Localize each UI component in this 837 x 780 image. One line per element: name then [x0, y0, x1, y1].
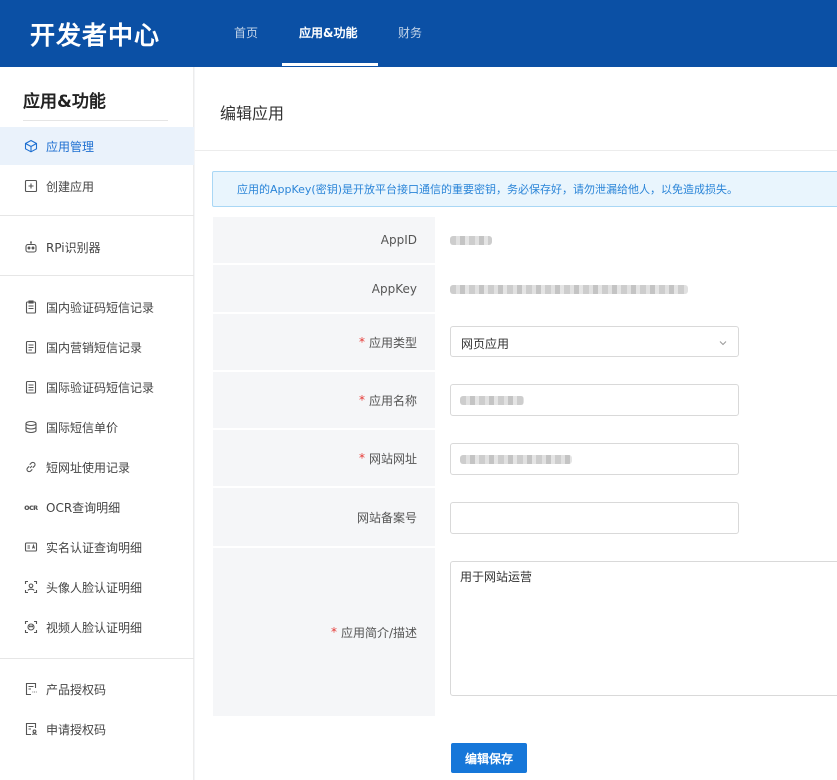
- app-name-value-redacted: [460, 396, 524, 405]
- robot-icon: [24, 240, 38, 254]
- page-title: 编辑应用: [220, 104, 285, 123]
- icp-record-label: 网站备案号: [213, 488, 435, 546]
- clipboard-icon: [24, 300, 38, 314]
- sidebar: 应用&功能 应用管理 创建应用 RPi识别器 国内验证码短信记录 国内营销短信记…: [0, 67, 194, 780]
- appid-value-redacted: [450, 236, 492, 245]
- sidebar-item-label: 国内营销短信记录: [46, 340, 143, 355]
- main-panel: 编辑应用 应用的AppKey(密钥)是开放平台接口通信的重要密钥，务必保存好，请…: [195, 67, 837, 780]
- nav-apps-features[interactable]: 应用&功能: [299, 24, 357, 41]
- chevron-down-icon: [718, 337, 728, 347]
- list-doc-icon: [24, 380, 38, 394]
- divider: [0, 215, 194, 216]
- icp-record-input[interactable]: [450, 502, 739, 534]
- sidebar-item-label: 实名认证查询明细: [46, 540, 143, 555]
- brand-logo-text[interactable]: 开发者中心: [30, 16, 160, 52]
- id-card-icon: [24, 540, 38, 554]
- notice-text: 应用的AppKey(密钥)是开放平台接口通信的重要密钥，务必保存好，请勿泄漏给他…: [237, 183, 739, 196]
- sidebar-item-intl-sms-price[interactable]: 国际短信单价: [0, 408, 194, 446]
- website-url-input[interactable]: [450, 443, 739, 475]
- app-name-input[interactable]: [450, 384, 739, 416]
- website-url-label: * 网站网址: [213, 430, 435, 486]
- face-scan-icon: [24, 580, 38, 594]
- sidebar-item-label: OCR查询明细: [46, 500, 121, 515]
- sidebar-item-short-url-usage[interactable]: 短网址使用记录: [0, 448, 194, 486]
- sidebar-item-app-management[interactable]: 应用管理: [0, 127, 194, 165]
- sidebar-item-label: 创建应用: [46, 179, 95, 194]
- appkey-value-redacted: [450, 285, 688, 294]
- video-face-icon: [24, 620, 38, 634]
- ocr-icon: ocʀ: [24, 502, 38, 512]
- save-button[interactable]: 编辑保存: [451, 743, 527, 773]
- divider: [195, 150, 837, 151]
- sidebar-item-apply-license[interactable]: 申请授权码: [0, 710, 194, 748]
- sidebar-item-avatar-face-auth[interactable]: 头像人脸认证明细: [0, 568, 194, 606]
- sidebar-item-create-app[interactable]: 创建应用: [0, 167, 194, 205]
- sidebar-item-label: 头像人脸认证明细: [46, 580, 143, 595]
- sidebar-item-realname-query[interactable]: 实名认证查询明细: [0, 528, 194, 566]
- sidebar-item-label: 国际短信单价: [46, 420, 119, 435]
- app-type-label: * 应用类型: [213, 314, 435, 370]
- divider: [23, 120, 168, 121]
- app-name-label: * 应用名称: [213, 372, 435, 428]
- appid-label: AppID: [213, 217, 435, 263]
- sidebar-item-label: 申请授权码: [46, 722, 107, 737]
- add-square-icon: [24, 179, 38, 193]
- link-icon: [24, 460, 38, 474]
- nav-active-indicator: [282, 63, 378, 66]
- sidebar-item-domestic-marketing-sms[interactable]: 国内营销短信记录: [0, 328, 194, 366]
- sidebar-item-domestic-verification-sms[interactable]: 国内验证码短信记录: [0, 288, 194, 326]
- nav-home[interactable]: 首页: [234, 24, 258, 41]
- cube-icon: [24, 139, 38, 153]
- sidebar-item-intl-verification-sms[interactable]: 国际验证码短信记录: [0, 368, 194, 406]
- license-icon: [24, 682, 38, 696]
- sidebar-item-product-license[interactable]: 产品授权码: [0, 670, 194, 708]
- divider: [0, 658, 194, 659]
- app-type-select[interactable]: 网页应用: [450, 326, 739, 357]
- app-type-selected-value: 网页应用: [461, 337, 510, 351]
- sidebar-item-label: 应用管理: [46, 139, 95, 154]
- divider: [0, 275, 194, 276]
- sidebar-item-label: 国内验证码短信记录: [46, 300, 155, 315]
- sidebar-item-label: 产品授权码: [46, 682, 107, 697]
- description-label: * 应用简介/描述: [213, 548, 435, 716]
- description-textarea[interactable]: 用于网站运营: [450, 561, 837, 696]
- sidebar-item-ocr-query[interactable]: ocʀ OCR查询明细: [0, 488, 194, 526]
- sidebar-item-label: 国际验证码短信记录: [46, 380, 155, 395]
- apply-license-icon: [24, 722, 38, 736]
- sidebar-item-label: RPi识别器: [46, 240, 101, 255]
- website-url-value-redacted: [460, 455, 572, 464]
- document-icon: [24, 340, 38, 354]
- nav-finance[interactable]: 财务: [398, 24, 422, 41]
- top-header: 开发者中心 首页 应用&功能 财务: [0, 0, 837, 67]
- sidebar-item-video-face-auth[interactable]: 视频人脸认证明细: [0, 608, 194, 646]
- sidebar-item-rpi-recognizer[interactable]: RPi识别器: [0, 228, 194, 266]
- sidebar-item-label: 视频人脸认证明细: [46, 620, 143, 635]
- coins-icon: [24, 420, 38, 434]
- sidebar-title: 应用&功能: [23, 92, 106, 112]
- appkey-warning-notice: 应用的AppKey(密钥)是开放平台接口通信的重要密钥，务必保存好，请勿泄漏给他…: [212, 171, 837, 207]
- appkey-label: AppKey: [213, 265, 435, 312]
- sidebar-item-label: 短网址使用记录: [46, 460, 131, 475]
